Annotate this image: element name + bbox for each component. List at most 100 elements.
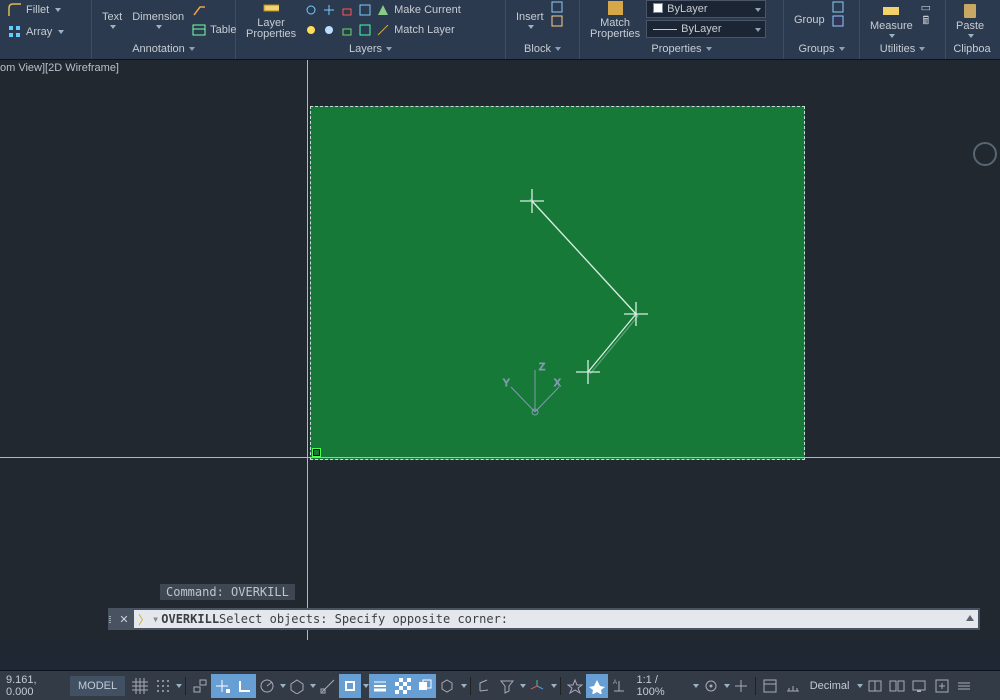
- layer-thaw-icon[interactable]: [322, 23, 336, 37]
- leader-button[interactable]: [190, 0, 238, 20]
- command-chevron-icon: 〉: [138, 611, 150, 628]
- view-label[interactable]: om View][2D Wireframe]: [0, 62, 119, 74]
- group-edit-icon[interactable]: [831, 14, 845, 28]
- gizmo-toggle[interactable]: [526, 674, 548, 698]
- command-active: OVERKILL: [161, 612, 219, 626]
- paste-icon: [962, 3, 978, 19]
- measure-button[interactable]: Measure: [866, 0, 917, 40]
- match-layer-button[interactable]: Match Layer: [394, 24, 455, 36]
- command-bar: ✕ 〉 ▾ OVERKILL Select objects: Specify o…: [108, 608, 980, 630]
- isodraft-toggle[interactable]: [286, 674, 308, 698]
- panel-title-clipboard: Clipboa: [953, 43, 990, 55]
- panel-annotation: Text Dimension Table: [92, 0, 236, 59]
- command-prompt: Select objects: Specify opposite corner:: [219, 612, 508, 626]
- lineweight-toggle[interactable]: [369, 674, 391, 698]
- panel-title-properties: Properties: [651, 43, 701, 55]
- svg-text:A: A: [613, 680, 617, 686]
- units-button[interactable]: [781, 674, 803, 698]
- block-create-icon[interactable]: [550, 0, 564, 14]
- layer-properties-icon: [263, 0, 279, 16]
- make-current-button[interactable]: Make Current: [394, 4, 461, 16]
- block-edit-icon[interactable]: [550, 14, 564, 28]
- filter-toggle[interactable]: [496, 674, 518, 698]
- grid-toggle[interactable]: [129, 674, 151, 698]
- linetype-selector[interactable]: ByLayer: [646, 20, 766, 38]
- layer-freeze-icon[interactable]: [322, 3, 336, 17]
- layer-uniso-icon[interactable]: [358, 23, 372, 37]
- customize[interactable]: [953, 674, 975, 698]
- dynamic-ucs-toggle[interactable]: [473, 674, 495, 698]
- snap-toggle[interactable]: [151, 674, 173, 698]
- dynamic-input-toggle[interactable]: [211, 674, 233, 698]
- make-current-icon: [376, 3, 390, 17]
- panel-title-utilities: Utilities: [880, 43, 915, 55]
- layer-properties-button[interactable]: Layer Properties: [242, 0, 300, 40]
- annoscale-auto-toggle[interactable]: [586, 674, 608, 698]
- quickview-layouts[interactable]: [863, 674, 885, 698]
- insert-button[interactable]: Insert: [512, 0, 548, 40]
- status-model-button[interactable]: MODEL: [70, 676, 125, 696]
- fillet-button[interactable]: Fillet: [6, 0, 63, 20]
- ungroup-icon[interactable]: [831, 0, 845, 14]
- command-bar-close[interactable]: ✕: [116, 613, 132, 626]
- command-history: Command: OVERKILL: [160, 584, 295, 600]
- layer-lock-icon[interactable]: [340, 3, 354, 17]
- viewcube[interactable]: [972, 142, 998, 222]
- clean-screen[interactable]: [931, 674, 953, 698]
- crosshair-vertical: [307, 60, 308, 640]
- 3dosnap-toggle[interactable]: [436, 674, 458, 698]
- command-input[interactable]: 〉 ▾ OVERKILL Select objects: Specify opp…: [134, 610, 978, 628]
- annotation-monitor[interactable]: [730, 674, 752, 698]
- match-properties-button[interactable]: Match Properties: [586, 0, 644, 40]
- panel-layers: Layer Properties Make Current: [236, 0, 506, 59]
- status-coordinates[interactable]: 9.161, 0.000: [0, 674, 70, 698]
- text-button[interactable]: Text: [98, 0, 126, 40]
- panel-title-groups: Groups: [798, 43, 834, 55]
- panel-title-annotation: Annotation: [132, 43, 185, 55]
- layer-on-icon[interactable]: [304, 23, 318, 37]
- panel-title-layers: Layers: [349, 43, 382, 55]
- quickview-drawings[interactable]: [886, 674, 908, 698]
- transparency-toggle[interactable]: [392, 674, 414, 698]
- status-scale[interactable]: 1:1 / 100%: [630, 674, 691, 698]
- ortho-toggle[interactable]: [233, 674, 255, 698]
- drawing-canvas[interactable]: om View][2D Wireframe] X Y Z: [0, 60, 1000, 640]
- panel-title-block: Block: [524, 43, 551, 55]
- ribbon: Fillet Array Text Dimension: [0, 0, 1000, 60]
- match-layer-icon: [376, 23, 390, 37]
- fillet-icon: [8, 3, 22, 17]
- color-selector[interactable]: ByLayer: [646, 0, 766, 18]
- selection-cycling-toggle[interactable]: [414, 674, 436, 698]
- infer-constraints-toggle[interactable]: [189, 674, 211, 698]
- graphics-config[interactable]: [908, 674, 930, 698]
- otrack-toggle[interactable]: [316, 674, 338, 698]
- workspace-switch[interactable]: [699, 674, 721, 698]
- nav-wheel-icon[interactable]: [973, 142, 997, 166]
- array-button[interactable]: Array: [6, 22, 66, 42]
- layer-unlock-icon[interactable]: [340, 23, 354, 37]
- group-button[interactable]: Group: [790, 0, 829, 40]
- command-bar-handle[interactable]: [108, 615, 116, 624]
- polar-toggle[interactable]: [256, 674, 278, 698]
- array-icon: [8, 25, 22, 39]
- command-history-expand[interactable]: [966, 615, 974, 621]
- paste-button[interactable]: Paste: [952, 0, 988, 40]
- layer-iso-icon[interactable]: [358, 3, 372, 17]
- quickcalc-icon[interactable]: 🖩: [919, 14, 933, 28]
- quick-props-toggle[interactable]: [759, 674, 781, 698]
- panel-clipboard: Paste Clipboa: [946, 0, 998, 59]
- match-properties-icon: [607, 0, 623, 16]
- selection-window: [310, 106, 805, 460]
- annoscale-button[interactable]: A: [608, 674, 630, 698]
- measure-icon: [883, 3, 899, 19]
- status-units[interactable]: Decimal: [804, 680, 856, 692]
- table-button[interactable]: Table: [190, 20, 238, 40]
- annoscale-vis-toggle[interactable]: [563, 674, 585, 698]
- osnap-toggle[interactable]: [339, 674, 361, 698]
- panel-groups: Group Groups: [784, 0, 860, 59]
- crosshair-horizontal: [0, 457, 1000, 458]
- pickbox-cursor: [312, 448, 321, 457]
- layer-off-icon[interactable]: [304, 3, 318, 17]
- leader-icon: [192, 3, 206, 17]
- dimension-button[interactable]: Dimension: [128, 0, 188, 40]
